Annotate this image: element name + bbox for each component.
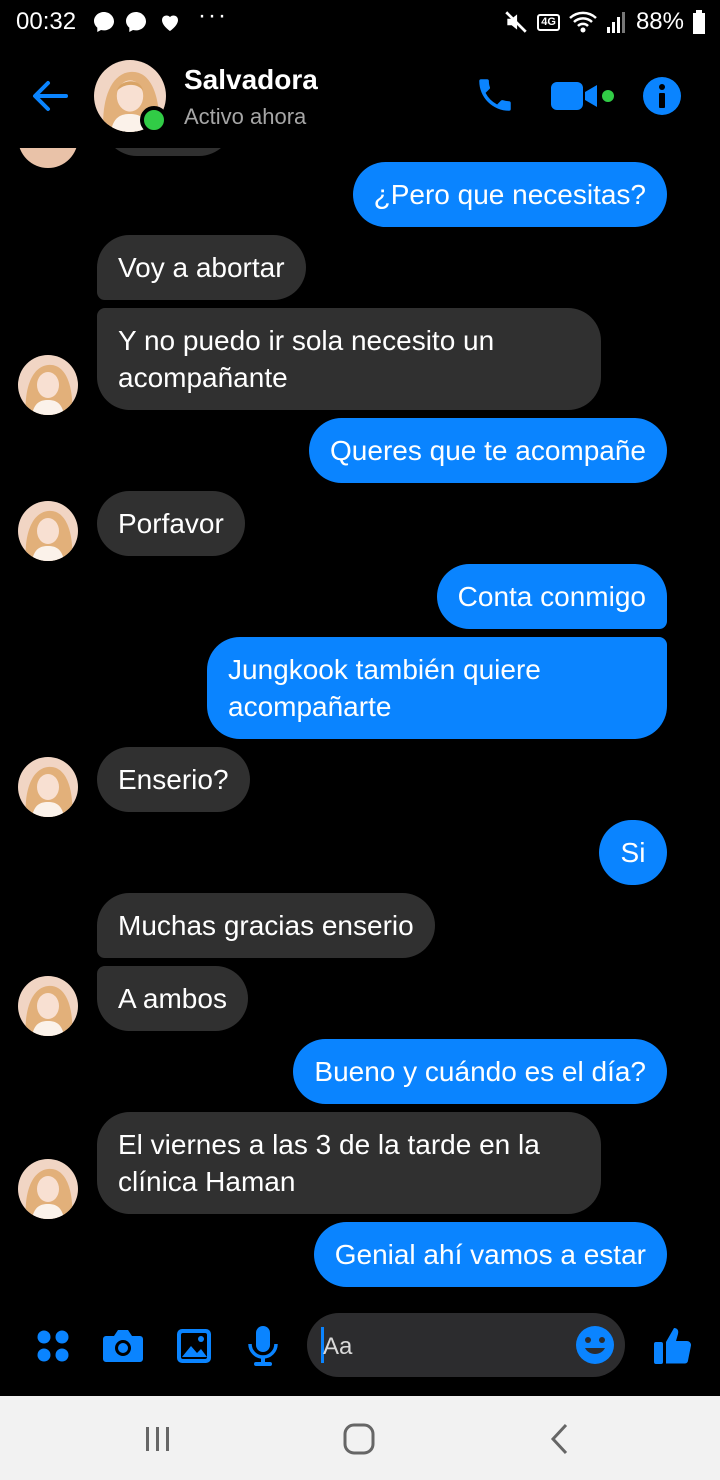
- message-input-placeholder: Aa: [323, 1333, 353, 1360]
- info-icon[interactable]: [642, 76, 682, 116]
- back-arrow-icon[interactable]: [28, 74, 72, 118]
- message-list[interactable]: ¿Pero que necesitas? Voy a abortar Y no …: [0, 148, 720, 1308]
- message-bubble-outgoing: Si: [599, 820, 667, 885]
- message-bubble-incoming: Voy a abortar: [97, 235, 306, 300]
- contact-avatar-small: [18, 976, 78, 1036]
- message-input[interactable]: Aa: [307, 1313, 625, 1377]
- signal-icon: [606, 12, 625, 33]
- message-bubble-outgoing: ¿Pero que necesitas?: [352, 162, 667, 227]
- camera-icon[interactable]: [102, 1328, 144, 1364]
- message-bubble-outgoing: Genial ahí vamos a estar: [313, 1222, 667, 1287]
- microphone-icon[interactable]: [246, 1324, 280, 1368]
- battery-icon: [693, 10, 705, 34]
- home-icon[interactable]: [342, 1422, 376, 1456]
- messenger-notification-icon: [126, 12, 146, 32]
- message-bubble-outgoing: Jungkook también quiere acompañarte: [207, 637, 667, 739]
- messenger-notification-icon: [94, 12, 114, 32]
- message-bubble-incoming: [103, 148, 233, 156]
- message-bubble-incoming: Y no puedo ir sola necesito un acompañan…: [97, 308, 601, 410]
- more-notifications-icon: ···: [198, 2, 228, 29]
- wifi-icon: [569, 11, 597, 33]
- network-type-badge: 4G: [537, 13, 560, 31]
- active-status-dot: [140, 106, 168, 134]
- message-bubble-incoming: El viernes a las 3 de la tarde en la clí…: [97, 1112, 601, 1214]
- message-bubble-incoming: A ambos: [97, 966, 248, 1031]
- contact-avatar-small: [18, 501, 78, 561]
- status-time: 00:32: [16, 8, 77, 35]
- contact-avatar-small: [18, 148, 78, 168]
- message-bubble-outgoing: Conta conmigo: [436, 564, 667, 629]
- emoji-icon[interactable]: [575, 1325, 615, 1365]
- chat-header: Salvadora Activo ahora: [0, 44, 720, 148]
- status-bar: 00:32 ··· 4G 88%: [0, 0, 720, 44]
- message-bubble-outgoing: Bueno y cuándo es el día?: [293, 1039, 667, 1104]
- system-navigation-bar: [0, 1396, 720, 1480]
- message-bubble-incoming: Enserio?: [97, 747, 250, 812]
- phone-call-icon[interactable]: [474, 74, 516, 116]
- message-bubble-incoming: Muchas gracias enserio: [97, 893, 435, 958]
- heart-icon: [162, 15, 178, 31]
- message-bubble-incoming: Porfavor: [97, 491, 245, 556]
- contact-name[interactable]: Salvadora: [184, 64, 318, 96]
- contact-avatar-small: [18, 355, 78, 415]
- contact-avatar-small: [18, 1159, 78, 1219]
- thumbs-up-icon[interactable]: [652, 1324, 694, 1366]
- more-actions-icon[interactable]: [36, 1329, 70, 1363]
- gallery-icon[interactable]: [176, 1328, 212, 1364]
- video-call-icon[interactable]: [550, 80, 616, 112]
- message-bubble-outgoing: Queres que te acompañe: [309, 418, 667, 483]
- mute-icon: [505, 11, 527, 33]
- recent-apps-icon[interactable]: [143, 1426, 173, 1452]
- back-nav-icon[interactable]: [548, 1422, 572, 1456]
- message-composer: Aa: [0, 1308, 720, 1396]
- contact-status: Activo ahora: [184, 104, 307, 129]
- battery-percent: 88%: [635, 8, 684, 35]
- contact-avatar-small: [18, 757, 78, 817]
